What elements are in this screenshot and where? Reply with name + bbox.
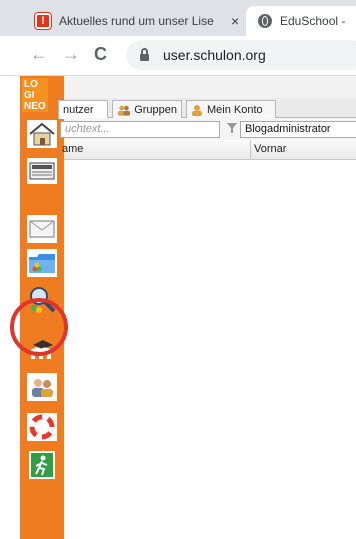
forward-button[interactable]: → xyxy=(62,44,80,64)
logineo-logo: LO GI NEO xyxy=(22,78,48,112)
reload-button[interactable]: C xyxy=(94,44,107,64)
tab-title: Aktuelles rund um unser Lise xyxy=(59,14,214,28)
highlight-circle xyxy=(10,298,68,356)
tab-mein-konto[interactable]: Mein Konto xyxy=(186,100,276,118)
logo-line: LO xyxy=(24,79,38,90)
sidebar-item-home[interactable] xyxy=(24,117,60,151)
home-icon xyxy=(27,120,57,148)
column-divider xyxy=(250,140,251,159)
browser-toolbar: ← → C user.schulon.org xyxy=(0,36,356,76)
search-input[interactable]: uchtext... xyxy=(60,121,220,138)
logo-line: GI xyxy=(24,90,35,101)
tab-close-icon[interactable]: × xyxy=(231,13,239,29)
tab-title: EduSchool - xyxy=(280,14,346,28)
sidebar-item-users[interactable] xyxy=(24,370,60,404)
tab-label: nutzer xyxy=(63,104,94,116)
sidebar-item-files[interactable] xyxy=(24,246,60,280)
mail-icon xyxy=(27,215,57,243)
filter-row: uchtext... Blogadministrator xyxy=(60,118,356,140)
column-header-name[interactable]: ame xyxy=(62,143,83,155)
browser-tab[interactable]: ! Aktuelles rund um unser Lise × xyxy=(28,6,256,36)
table-header: ame Vornar xyxy=(62,140,356,160)
filter-funnel-icon xyxy=(227,123,237,133)
panel-header xyxy=(64,76,356,98)
tab-benutzer[interactable]: nutzer xyxy=(58,100,108,119)
sidebar-item-logout[interactable] xyxy=(24,448,60,482)
logo-line: NEO xyxy=(24,101,46,112)
url-text: user.schulon.org xyxy=(163,47,266,63)
browser-tab-strip: ! Aktuelles rund um unser Lise × EduScho… xyxy=(0,0,356,36)
tab-label: Mein Konto xyxy=(207,103,263,116)
account-icon xyxy=(192,104,202,116)
column-header-vorname[interactable]: Vornar xyxy=(254,143,286,155)
user-tabs: nutzer Gruppen Mein Konto xyxy=(58,98,356,119)
exit-icon xyxy=(29,451,55,479)
users-icon xyxy=(27,373,57,401)
site-favicon-icon: ! xyxy=(34,12,52,30)
role-select[interactable]: Blogadministrator xyxy=(240,121,356,138)
group-icon xyxy=(117,105,131,116)
folder-icon xyxy=(27,249,57,277)
sidebar-item-news[interactable] xyxy=(24,154,60,188)
lifebuoy-icon xyxy=(27,413,57,441)
tab-gruppen[interactable]: Gruppen xyxy=(112,100,182,118)
globe-favicon-icon xyxy=(258,14,272,28)
news-icon xyxy=(27,158,57,184)
lock-icon xyxy=(140,47,149,61)
back-button[interactable]: ← xyxy=(30,44,48,64)
sidebar-item-mail[interactable] xyxy=(24,212,60,246)
sidebar-item-help[interactable] xyxy=(24,410,60,444)
tab-label: Gruppen xyxy=(134,103,177,116)
app-area: LO GI NEO nutzer Gruppen Mein Konto ucht… xyxy=(0,76,356,539)
address-bar[interactable]: user.schulon.org xyxy=(126,40,356,70)
browser-tab-active[interactable]: EduSchool - xyxy=(246,6,356,36)
